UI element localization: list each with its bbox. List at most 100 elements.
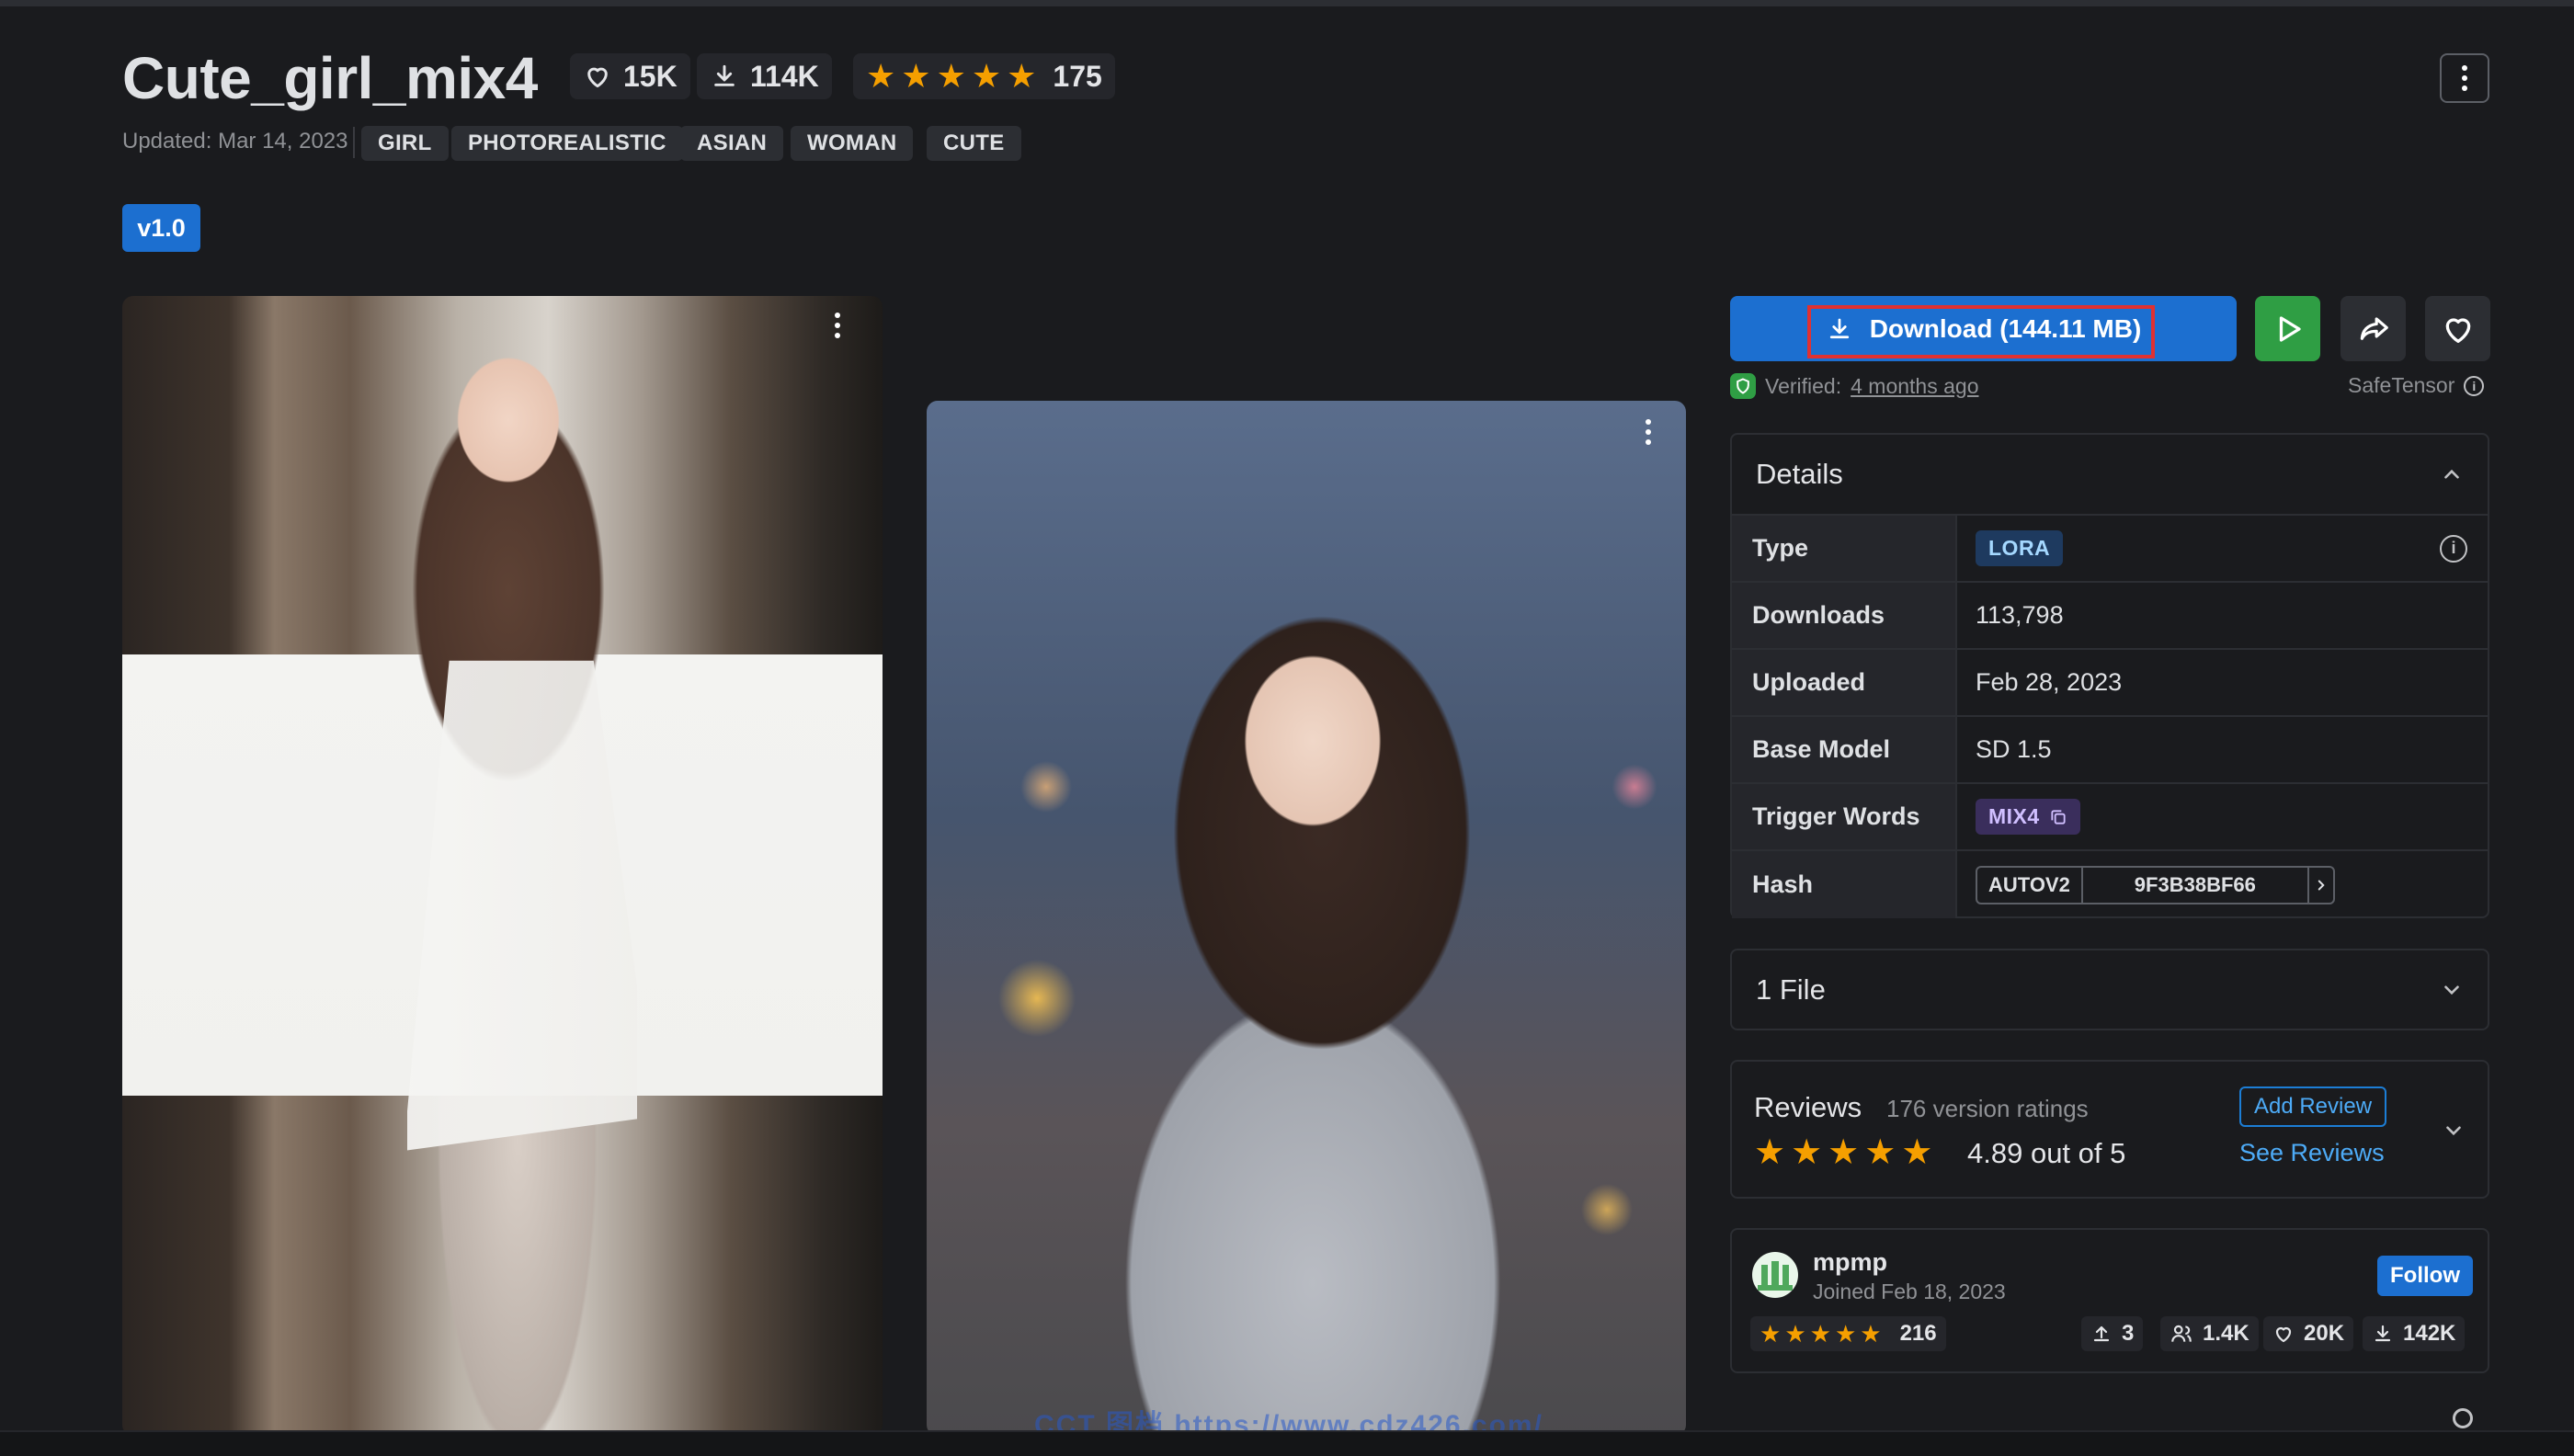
reviews-count: 176 version ratings (1886, 1095, 2089, 1122)
details-header[interactable]: Details (1732, 435, 2488, 516)
chevron-down-icon[interactable] (2442, 1119, 2466, 1143)
version-button[interactable]: v1.0 (122, 204, 200, 252)
creator-joined: Joined Feb 18, 2023 (1813, 1280, 2006, 1303)
chevron-down-icon (2444, 984, 2459, 995)
row-key: Uploaded (1732, 650, 1957, 715)
star-icon: ★ (1784, 1320, 1806, 1348)
gallery-image-1[interactable] (122, 296, 883, 1436)
details-row-trigger-words: Trigger Words MIX4 (1732, 784, 2488, 851)
details-panel: Details Type LORA i Downloads 113,798 Up… (1730, 433, 2489, 918)
details-row-downloads: Downloads 113,798 (1732, 583, 2488, 650)
info-icon[interactable]: i (2464, 375, 2485, 396)
creator-rating-count: 216 (1899, 1321, 1937, 1346)
trigger-word: MIX4 (1988, 804, 2040, 828)
safetensor-label: SafeTensor (2348, 373, 2455, 397)
likes-count: 20K (2304, 1321, 2345, 1346)
heart-icon (2275, 1326, 2292, 1343)
tag-photorealistic[interactable]: PHOTOREALISTIC (451, 126, 683, 161)
creator-followers: 1.4K (2160, 1316, 2259, 1351)
info-icon[interactable]: i (2440, 534, 2467, 563)
run-button[interactable] (2255, 296, 2320, 361)
model-title: Cute_girl_mix4 (122, 45, 538, 111)
files-title: 1 File (1756, 973, 1826, 1006)
reviews-score: 4.89 out of 5 (1967, 1137, 2126, 1169)
favorite-button[interactable] (2425, 296, 2490, 361)
file-format: SafeTensor i (2348, 373, 2485, 398)
see-reviews-link[interactable]: See Reviews (2239, 1139, 2385, 1167)
share-button[interactable] (2341, 296, 2406, 361)
creator-card: mpmp Joined Feb 18, 2023 Follow ★ ★ ★ ★ … (1730, 1228, 2489, 1373)
creator-name[interactable]: mpmp (1813, 1248, 1887, 1277)
reviews-stars: ★ ★ ★ ★ ★ (1754, 1135, 1932, 1170)
follow-button[interactable]: Follow (2377, 1256, 2473, 1296)
likes-count: 15K (623, 59, 678, 93)
vertical-dots-icon (2462, 65, 2467, 91)
vertical-dots-icon (835, 313, 840, 338)
downloads-stat: 114K (697, 53, 832, 99)
verified-time-link[interactable]: 4 months ago (1851, 374, 1978, 399)
heart-icon (2445, 317, 2470, 343)
star-icon: ★ (1828, 1133, 1860, 1172)
add-review-button[interactable]: Add Review (2239, 1086, 2386, 1127)
reviews-title: Reviews (1754, 1091, 1862, 1123)
uploads-count: 3 (2122, 1321, 2135, 1346)
download-icon (2375, 1325, 2391, 1342)
tag-cute[interactable]: CUTE (927, 126, 1021, 161)
gallery-image-2[interactable] (927, 401, 1686, 1436)
download-icon (714, 64, 735, 86)
scroll-indicator[interactable] (2453, 1408, 2473, 1428)
creator-rating: ★ ★ ★ ★ ★ 216 (1750, 1316, 1946, 1351)
hash-type-select[interactable]: AUTOV2 (1977, 867, 2083, 903)
hash-next-button[interactable] (2309, 868, 2333, 903)
files-panel[interactable]: 1 File (1730, 949, 2489, 1030)
star-icon: ★ (1834, 1320, 1857, 1348)
row-key: Downloads (1732, 583, 1957, 648)
details-row-hash: Hash AUTOV2 9F3B38BF66 (1732, 851, 2488, 918)
hash-control: AUTOV2 9F3B38BF66 (1976, 865, 2335, 904)
chevron-right-icon (2318, 880, 2325, 890)
star-icon: ★ (1901, 1133, 1933, 1172)
rating-count: 175 (1053, 59, 1102, 93)
details-title: Details (1756, 458, 1843, 490)
creator-uploads: 3 (2081, 1316, 2144, 1351)
files-header[interactable]: 1 File (1732, 950, 2488, 1029)
likes-stat[interactable]: 15K (570, 53, 690, 99)
details-row-type: Type LORA i (1732, 516, 2488, 583)
tag-asian[interactable]: ASIAN (680, 126, 784, 161)
tag-woman[interactable]: WOMAN (791, 126, 914, 161)
creator-downloads: 142K (2363, 1316, 2466, 1351)
rating-stat[interactable]: ★ ★ ★ ★ ★ 175 (853, 53, 1115, 99)
star-icon: ★ (1754, 1133, 1786, 1172)
vertical-dots-icon (1646, 419, 1651, 445)
play-icon (2279, 315, 2301, 342)
tag-girl[interactable]: GIRL (361, 126, 449, 161)
type-badge: LORA (1976, 530, 2064, 566)
star-icon: ★ (1860, 1320, 1882, 1348)
star-icon: ★ (1007, 57, 1037, 95)
star-icon: ★ (1864, 1133, 1896, 1172)
verified-prefix: Verified: (1765, 373, 1842, 398)
creator-likes: 20K (2263, 1316, 2354, 1351)
row-key: Base Model (1732, 717, 1957, 782)
star-icon: ★ (936, 57, 966, 95)
row-value: 113,798 (1976, 601, 2064, 629)
heart-icon (587, 67, 608, 88)
trigger-word-badge[interactable]: MIX4 (1976, 799, 2080, 835)
followers-count: 1.4K (2203, 1321, 2249, 1346)
star-icon: ★ (901, 57, 931, 95)
star-icon: ★ (1791, 1133, 1823, 1172)
row-key: Trigger Words (1732, 784, 1957, 849)
star-icon: ★ (1760, 1320, 1782, 1348)
image-menu-button[interactable] (1646, 419, 1651, 445)
avatar[interactable] (1752, 1252, 1798, 1298)
row-value: SD 1.5 (1976, 735, 2052, 763)
details-row-base-model: Base Model SD 1.5 (1732, 717, 2488, 784)
shield-check-icon (1730, 373, 1756, 399)
reviews-panel: Reviews 176 version ratings ★ ★ ★ ★ ★ 4.… (1730, 1060, 2489, 1199)
hash-value[interactable]: 9F3B38BF66 (2083, 867, 2309, 903)
bottom-bar (0, 1430, 2574, 1456)
highlight-box (1807, 305, 2155, 358)
image-menu-button[interactable] (835, 313, 840, 338)
more-options-button[interactable] (2440, 53, 2489, 103)
chevron-up-icon (2444, 469, 2459, 479)
